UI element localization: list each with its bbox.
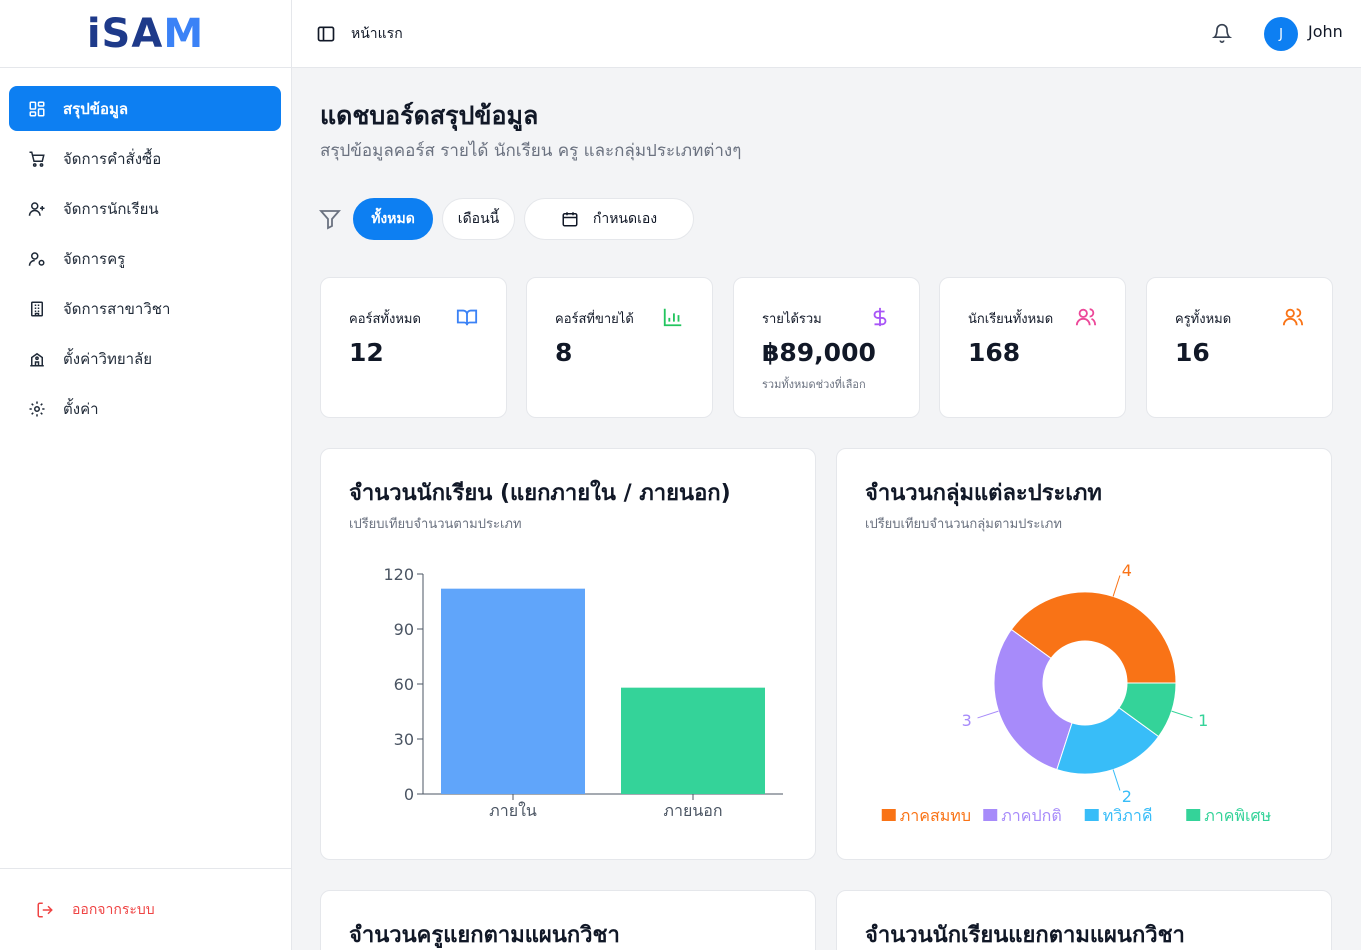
- sidebar-item-label: จัดการสาขาวิชา: [63, 299, 171, 318]
- sidebar-item-college-settings[interactable]: ตั้งค่าวิทยาลัย: [9, 336, 281, 381]
- sidebar-item-dashboard[interactable]: สรุปข้อมูล: [9, 86, 281, 131]
- legend-label: ภาคพิเศษ: [1204, 806, 1271, 825]
- x-tick-label: ภายใน: [489, 801, 537, 820]
- students-chart-card: จำนวนนักเรียน (แยกภายใน / ภายนอก) เปรียบ…: [320, 448, 816, 860]
- sidebar-item-teachers[interactable]: จัดการครู: [9, 236, 281, 281]
- logo[interactable]: iSAM: [0, 0, 291, 68]
- stat-label: คอร์สทั้งหมด: [349, 312, 421, 327]
- students-by-dept-card: จำนวนนักเรียนแยกตามแผนกวิชา: [836, 890, 1332, 950]
- card-title: จำนวนนักเรียนแยกตามแผนกวิชา: [865, 923, 1185, 948]
- dashboard-grid-icon: [27, 99, 47, 119]
- stat-card-courses-sold: คอร์สที่ขายได้ 8: [526, 277, 713, 418]
- sidebar-item-settings[interactable]: ตั้งค่า: [9, 386, 281, 431]
- legend-swatch: [1186, 809, 1201, 821]
- card-title: จำนวนครูแยกตามแผนกวิชา: [349, 923, 620, 948]
- slice-label-line: [977, 710, 999, 719]
- legend-swatch: [1084, 809, 1099, 821]
- sidebar-toggle-icon[interactable]: [316, 24, 336, 44]
- sidebar-item-label: จัดการนักเรียน: [63, 199, 159, 218]
- stat-label: คอร์สที่ขายได้: [555, 312, 634, 327]
- legend-label: ภาคสมทบ: [900, 806, 971, 825]
- building-icon: [27, 299, 47, 319]
- slice-label-line: [1112, 769, 1121, 791]
- sidebar-item-students[interactable]: จัดการนักเรียน: [9, 186, 281, 231]
- stat-card-total-teachers: ครูทั้งหมด 16: [1146, 277, 1333, 418]
- bar: [621, 687, 765, 794]
- sidebar-item-label: ตั้งค่าวิทยาลัย: [63, 349, 153, 368]
- book-icon: [456, 309, 478, 326]
- bell-icon[interactable]: [1211, 23, 1233, 43]
- filter-bar: ทั้งหมด เดือนนี้ กำหนดเอง: [318, 198, 703, 240]
- teachers-by-dept-card: จำนวนครูแยกตามแผนกวิชา: [320, 890, 816, 950]
- stat-label: ครูทั้งหมด: [1175, 312, 1232, 327]
- logout-section: ออกจากระบบ: [0, 868, 291, 950]
- user-cog-icon: [27, 249, 47, 269]
- stat-card-total-students: นักเรียนทั้งหมด 168: [939, 277, 1126, 418]
- slice-value-label: 4: [1122, 561, 1132, 580]
- groups-chart-card: จำนวนกลุ่มแต่ละประเภท เปรียบเทียบจำนวนกล…: [836, 448, 1332, 860]
- filter-this-month-button[interactable]: เดือนนี้: [442, 198, 515, 240]
- school-icon: [27, 349, 47, 369]
- slice-value-label: 3: [962, 711, 972, 730]
- slice-value-label: 1: [1198, 711, 1208, 730]
- stat-note: รวมทั้งหมดช่วงที่เลือก: [762, 378, 866, 391]
- slice-value-label: 2: [1122, 787, 1132, 806]
- filter-all-button[interactable]: ทั้งหมด: [353, 198, 433, 240]
- y-tick-label: 120: [383, 565, 414, 584]
- users-icon: [1075, 308, 1097, 326]
- stat-value: 16: [1175, 338, 1210, 367]
- users-icon: [1282, 308, 1304, 326]
- groups-donut-chart: 4 3 2 1 ภาคสมทบ ภาคปกติ ทวิภาคี ภาคพิเศษ: [881, 561, 1271, 825]
- logout-button[interactable]: ออกจากระบบ: [36, 899, 155, 921]
- sidebar: iSAM สรุปข้อมูล จัดการคำสั่งซื้อ จัดการน…: [0, 0, 292, 950]
- legend-label: ภาคปกติ: [1001, 806, 1061, 825]
- avatar[interactable]: J: [1264, 17, 1298, 51]
- page-subtitle: สรุปข้อมูลคอร์ส รายได้ นักเรียน ครู และก…: [320, 141, 742, 161]
- stat-label: นักเรียนทั้งหมด: [968, 312, 1054, 327]
- stat-label: รายได้รวม: [762, 312, 822, 327]
- gear-icon: [27, 399, 47, 419]
- y-tick-label: 0: [404, 785, 414, 804]
- sidebar-item-label: ตั้งค่า: [63, 399, 99, 418]
- filter-icon: [319, 210, 341, 230]
- cart-icon: [27, 149, 47, 169]
- stat-value: ฿89,000: [762, 338, 876, 367]
- stat-value: 168: [968, 338, 1021, 367]
- sidebar-item-departments[interactable]: จัดการสาขาวิชา: [9, 286, 281, 331]
- pie-slice: [993, 628, 1073, 771]
- filter-custom-button[interactable]: กำหนดเอง: [524, 198, 694, 240]
- user-plus-icon: [27, 199, 47, 219]
- logout-icon: [37, 902, 53, 917]
- legend-swatch: [983, 809, 998, 821]
- user-name[interactable]: John: [1308, 22, 1343, 41]
- stat-value: 8: [555, 338, 573, 367]
- slice-label-line: [1171, 710, 1193, 719]
- sidebar-item-label: จัดการคำสั่งซื้อ: [63, 149, 162, 168]
- slice-label-line: [1112, 575, 1121, 597]
- legend-label: ทวิภาคี: [1103, 806, 1153, 825]
- sidebar-item-label: สรุปข้อมูล: [63, 99, 129, 118]
- page-title: แดชบอร์ดสรุปข้อมูล: [320, 101, 539, 130]
- sidebar-item-orders[interactable]: จัดการคำสั่งซื้อ: [9, 136, 281, 181]
- legend-swatch: [881, 809, 896, 821]
- y-tick-label: 30: [394, 730, 414, 749]
- bar: [441, 588, 585, 794]
- chart-legend: ภาคสมทบ ภาคปกติ ทวิภาคี ภาคพิเศษ: [881, 806, 1271, 825]
- y-tick-label: 90: [394, 620, 414, 639]
- bar-chart-icon: [663, 308, 682, 327]
- breadcrumb[interactable]: หน้าแรก: [351, 23, 403, 45]
- sidebar-item-label: จัดการครู: [63, 249, 126, 268]
- top-bar: หน้าแรก J John: [292, 0, 1361, 68]
- stat-card-total-courses: คอร์สทั้งหมด 12: [320, 277, 507, 418]
- dollar-icon: [873, 307, 887, 327]
- sidebar-nav: สรุปข้อมูล จัดการคำสั่งซื้อ จัดการนักเรี…: [0, 68, 291, 431]
- x-tick-label: ภายนอก: [663, 801, 722, 820]
- students-bar-chart: 0 30 60 90 120 ภายใน ภายนอก: [383, 565, 783, 820]
- calendar-icon: [562, 212, 578, 227]
- stat-card-total-revenue: รายได้รวม ฿89,000 รวมทั้งหมดช่วงที่เลือก: [733, 277, 920, 418]
- y-tick-label: 60: [394, 675, 414, 694]
- stat-value: 12: [349, 338, 384, 367]
